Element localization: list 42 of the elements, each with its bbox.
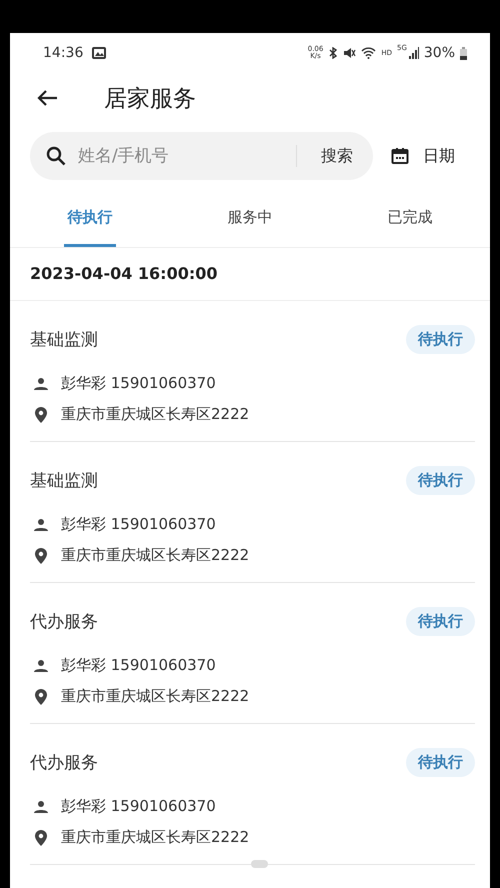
address-text: 重庆市重庆城区长寿区2222 — [61, 687, 250, 706]
status-badge: 待执行 — [406, 607, 475, 636]
battery-percent: 30% — [424, 45, 455, 61]
contact-text: 彭华彩 15901060370 — [61, 656, 216, 675]
contact-text: 彭华彩 15901060370 — [61, 374, 216, 393]
contact-text: 彭华彩 15901060370 — [61, 515, 216, 534]
contact-text: 彭华彩 15901060370 — [61, 797, 216, 816]
bluetooth-icon — [328, 47, 338, 59]
date-button[interactable]: 日期 — [391, 146, 455, 166]
address-text: 重庆市重庆城区长寿区2222 — [61, 828, 250, 847]
service-title: 基础监测 — [30, 470, 98, 492]
service-title: 基础监测 — [30, 329, 98, 351]
location-pin-icon — [34, 406, 48, 422]
signal-icon — [408, 47, 419, 59]
date-heading: 2023-04-04 16:00:00 — [10, 248, 490, 301]
wifi-icon — [361, 47, 376, 59]
status-badge: 待执行 — [406, 466, 475, 495]
person-icon — [34, 660, 48, 672]
page-title: 居家服务 — [104, 84, 196, 114]
address-text: 重庆市重庆城区长寿区2222 — [61, 405, 250, 424]
person-icon — [34, 518, 48, 530]
search-button[interactable]: 搜索 — [321, 146, 353, 166]
location-pin-icon — [34, 830, 48, 846]
tab[interactable]: 服务中 — [170, 187, 330, 247]
image-icon — [92, 47, 106, 59]
person-icon — [34, 800, 48, 812]
service-title: 代办服务 — [30, 752, 98, 774]
status-badge: 待执行 — [406, 325, 475, 354]
address-text: 重庆市重庆城区长寿区2222 — [61, 546, 250, 565]
back-arrow-icon — [36, 89, 58, 107]
location-pin-icon — [34, 548, 48, 564]
search-field[interactable]: 姓名/手机号 搜索 — [30, 132, 373, 180]
location-pin-icon — [34, 688, 48, 704]
search-icon — [46, 146, 66, 166]
service-title: 代办服务 — [30, 611, 98, 633]
calendar-icon — [391, 147, 409, 165]
mute-icon — [343, 47, 356, 59]
battery-icon — [460, 46, 467, 60]
status-badge: 待执行 — [406, 748, 475, 777]
tab[interactable]: 已完成 — [330, 187, 490, 247]
person-icon — [34, 378, 48, 390]
status-time: 14:36 — [43, 45, 84, 61]
